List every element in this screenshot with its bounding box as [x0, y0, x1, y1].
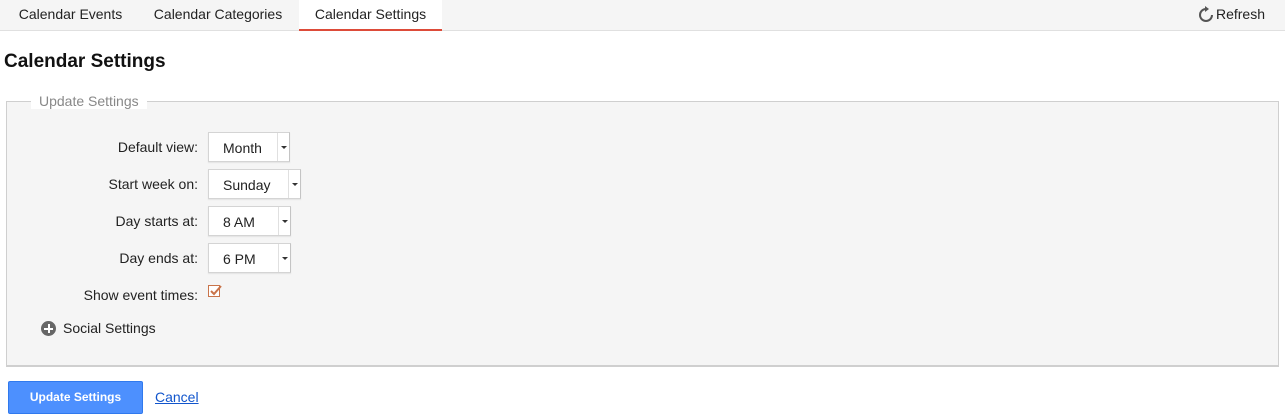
refresh-button[interactable]: Refresh	[1199, 0, 1265, 30]
day-ends-row: Day ends at: 6 PM	[7, 243, 607, 273]
dropdown-arrow-icon	[278, 207, 290, 235]
day-starts-label: Day starts at:	[115, 213, 198, 229]
tab-calendar-settings[interactable]: Calendar Settings	[299, 0, 442, 31]
start-week-value: Sunday	[223, 177, 271, 193]
day-starts-value: 8 AM	[223, 214, 255, 230]
default-view-label: Default view:	[117, 139, 198, 155]
dropdown-arrow-icon	[278, 244, 290, 272]
dropdown-arrow-icon	[288, 170, 300, 198]
update-settings-button[interactable]: Update Settings	[8, 381, 143, 414]
day-ends-value: 6 PM	[223, 251, 256, 267]
default-view-select[interactable]: Month	[208, 132, 290, 162]
plus-circle-icon	[41, 321, 56, 336]
show-event-times-row: Show event times:	[7, 280, 607, 310]
default-view-row: Default view: Month	[7, 132, 607, 162]
tab-calendar-categories[interactable]: Calendar Categories	[137, 0, 299, 30]
update-settings-fieldset: Update Settings Default view: Month Star…	[6, 93, 1279, 367]
refresh-label: Refresh	[1215, 6, 1265, 22]
show-event-times-checkbox[interactable]	[208, 285, 222, 297]
checkmark-icon	[210, 285, 222, 296]
dropdown-arrow-icon	[277, 133, 289, 161]
show-event-times-label: Show event times:	[83, 287, 198, 303]
fieldset-legend: Update Settings	[31, 93, 147, 109]
default-view-value: Month	[223, 140, 262, 156]
start-week-label: Start week on:	[108, 176, 199, 192]
start-week-select[interactable]: Sunday	[208, 169, 301, 199]
tab-bar: Calendar Events Calendar Categories Cale…	[0, 0, 1285, 31]
day-starts-row: Day starts at: 8 AM	[7, 206, 607, 236]
social-settings-toggle[interactable]: Social Settings	[41, 320, 156, 336]
cancel-link[interactable]: Cancel	[155, 389, 199, 405]
page-title: Calendar Settings	[4, 51, 166, 72]
day-ends-select[interactable]: 6 PM	[208, 243, 291, 273]
day-starts-select[interactable]: 8 AM	[208, 206, 291, 236]
refresh-icon	[1199, 6, 1213, 22]
start-week-row: Start week on: Sunday	[7, 169, 607, 199]
day-ends-label: Day ends at:	[119, 250, 198, 266]
tab-calendar-events[interactable]: Calendar Events	[4, 0, 137, 30]
social-settings-label: Social Settings	[63, 320, 156, 336]
